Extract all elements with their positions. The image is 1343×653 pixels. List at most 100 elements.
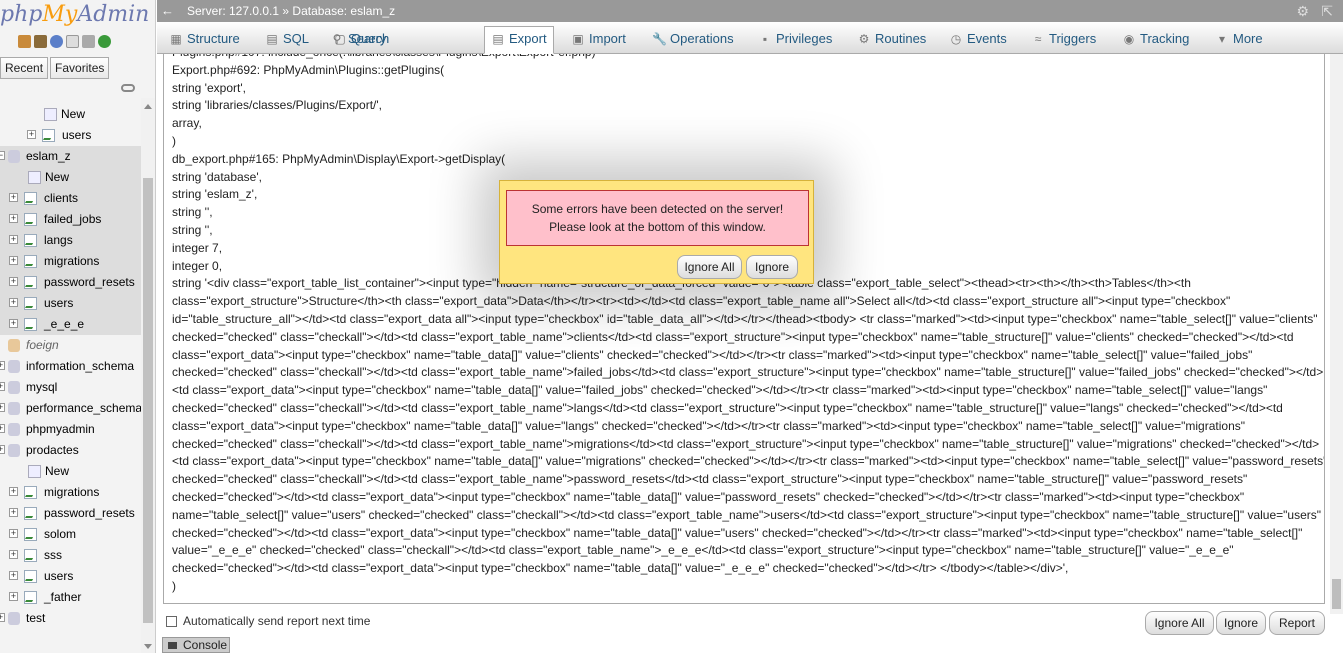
logout-icon[interactable] xyxy=(34,35,47,48)
table-icon[interactable] xyxy=(24,255,37,268)
console-toggle[interactable]: Console xyxy=(162,637,230,653)
tree-item[interactable]: + langs xyxy=(0,230,141,251)
ignore-button[interactable]: Ignore xyxy=(1216,611,1266,635)
auto-send-option[interactable]: Automatically send report next time xyxy=(166,614,370,628)
tree-item-label[interactable]: _e_e_e xyxy=(44,314,84,335)
tree-item-label[interactable]: mysql xyxy=(26,377,57,398)
tree-item[interactable]: + users xyxy=(0,566,141,587)
tree-item-label[interactable]: sss xyxy=(44,545,62,566)
tree-item-label[interactable]: foeign xyxy=(26,335,59,356)
auto-send-checkbox[interactable] xyxy=(166,616,177,627)
expand-icon[interactable]: + xyxy=(9,193,18,202)
new-item-icon[interactable] xyxy=(44,108,57,121)
ignore-all-button[interactable]: Ignore All xyxy=(1145,611,1214,635)
reload-icon[interactable] xyxy=(98,35,111,48)
tree-item-label[interactable]: failed_jobs xyxy=(44,209,101,230)
report-button[interactable]: Report xyxy=(1269,611,1325,635)
table-icon[interactable] xyxy=(24,507,37,520)
tree-item-label[interactable]: New xyxy=(45,167,69,188)
database-icon[interactable] xyxy=(8,423,20,436)
tree-item[interactable]: New xyxy=(0,104,141,125)
database-icon[interactable] xyxy=(8,444,20,457)
table-icon[interactable] xyxy=(42,129,55,142)
docs-icon[interactable] xyxy=(66,35,79,48)
tree-item[interactable]: foeign xyxy=(0,335,141,356)
help-icon[interactable] xyxy=(50,35,63,48)
page-scrollbar[interactable] xyxy=(1330,54,1343,614)
recent-tab[interactable]: Recent xyxy=(0,57,49,79)
expand-icon[interactable]: + xyxy=(9,508,18,517)
tree-item[interactable]: + mysql xyxy=(0,377,141,398)
expand-icon[interactable]: − xyxy=(0,151,5,160)
tree-item[interactable]: + migrations xyxy=(0,251,141,272)
database-icon[interactable] xyxy=(8,612,20,625)
back-arrow-icon[interactable]: ← xyxy=(161,0,174,22)
tab-events[interactable]: ◷ Events xyxy=(942,26,1014,54)
expand-icon[interactable]: + xyxy=(9,487,18,496)
tree-item-label[interactable]: prodactes xyxy=(26,440,79,461)
table-icon[interactable] xyxy=(24,318,37,331)
database-icon[interactable] xyxy=(8,402,20,415)
tree-item-label[interactable]: clients xyxy=(44,188,78,209)
tab-operations[interactable]: 🔧 Operations xyxy=(645,26,745,54)
scroll-down-arrow-icon[interactable] xyxy=(144,644,152,649)
expand-icon[interactable]: + xyxy=(27,130,36,139)
tree-item-label[interactable]: password_resets xyxy=(44,503,135,524)
tab-more[interactable]: ▾ More xyxy=(1208,26,1263,54)
tree-item[interactable]: − eslam_z xyxy=(0,146,141,167)
tree-item-label[interactable]: users xyxy=(62,125,91,146)
tree-item[interactable]: + clients xyxy=(0,188,141,209)
tree-item[interactable]: + prodactes xyxy=(0,440,141,461)
tree-item-label[interactable]: phpmyadmin xyxy=(26,419,95,440)
tab-export[interactable]: ▤ Export xyxy=(484,26,554,54)
expand-icon[interactable]: + xyxy=(9,277,18,286)
dialog-ignore-all-button[interactable]: Ignore All xyxy=(677,255,742,279)
database-icon[interactable] xyxy=(8,381,20,394)
table-icon[interactable] xyxy=(24,192,37,205)
settings-icon[interactable] xyxy=(82,35,95,48)
expand-icon[interactable]: + xyxy=(9,571,18,580)
tree-item[interactable]: + sss xyxy=(0,545,141,566)
expand-icon[interactable]: + xyxy=(9,592,18,601)
expand-icon[interactable]: + xyxy=(0,382,5,391)
phpmyadmin-logo[interactable]: phpMyAdmin xyxy=(0,2,155,30)
collapse-icon[interactable]: ⇱ xyxy=(1321,0,1333,22)
tree-item-label[interactable]: performance_schema xyxy=(26,398,141,419)
table-icon[interactable] xyxy=(24,486,37,499)
tree-item-label[interactable]: password_resets xyxy=(44,272,135,293)
table-icon[interactable] xyxy=(24,297,37,310)
table-icon[interactable] xyxy=(24,528,37,541)
tree-item-label[interactable]: migrations xyxy=(44,482,99,503)
tree-item[interactable]: + _father xyxy=(0,587,141,608)
tab-routines[interactable]: ⚙ Routines xyxy=(850,26,936,54)
tree-item-label[interactable]: solom xyxy=(44,524,76,545)
breadcrumb[interactable]: Server: 127.0.0.1 » Database: eslam_z xyxy=(187,0,395,22)
table-icon[interactable] xyxy=(24,570,37,583)
expand-icon[interactable]: + xyxy=(9,529,18,538)
expand-icon[interactable]: + xyxy=(0,613,5,622)
tab-triggers[interactable]: ≈ Triggers xyxy=(1024,26,1108,54)
tree-item[interactable]: New xyxy=(0,167,141,188)
expand-icon[interactable]: + xyxy=(0,445,5,454)
tree-item[interactable]: + information_schema xyxy=(0,356,141,377)
tree-item-label[interactable]: users xyxy=(44,293,73,314)
tree-item[interactable]: + phpmyadmin xyxy=(0,419,141,440)
tree-item-label[interactable]: information_schema xyxy=(26,356,134,377)
expand-icon[interactable]: + xyxy=(9,235,18,244)
tree-item[interactable]: + migrations xyxy=(0,482,141,503)
tree-item[interactable]: + _e_e_e xyxy=(0,314,141,335)
table-icon[interactable] xyxy=(24,591,37,604)
tree-item-label[interactable]: New xyxy=(61,104,85,125)
page-scroll-thumb[interactable] xyxy=(1332,579,1341,609)
favorites-tab[interactable]: Favorites xyxy=(50,57,110,79)
expand-icon[interactable]: + xyxy=(9,550,18,559)
tab-import[interactable]: ▣ Import xyxy=(564,26,636,54)
tree-item-label[interactable]: eslam_z xyxy=(26,146,71,167)
tree-item-label[interactable]: _father xyxy=(44,587,81,608)
tree-item-label[interactable]: users xyxy=(44,566,73,587)
tree-item[interactable]: + failed_jobs xyxy=(0,209,141,230)
scroll-up-arrow-icon[interactable] xyxy=(144,104,152,109)
gear-icon[interactable]: ⚙ xyxy=(1296,0,1309,22)
tree-item-label[interactable]: New xyxy=(45,461,69,482)
expand-icon[interactable]: + xyxy=(9,319,18,328)
